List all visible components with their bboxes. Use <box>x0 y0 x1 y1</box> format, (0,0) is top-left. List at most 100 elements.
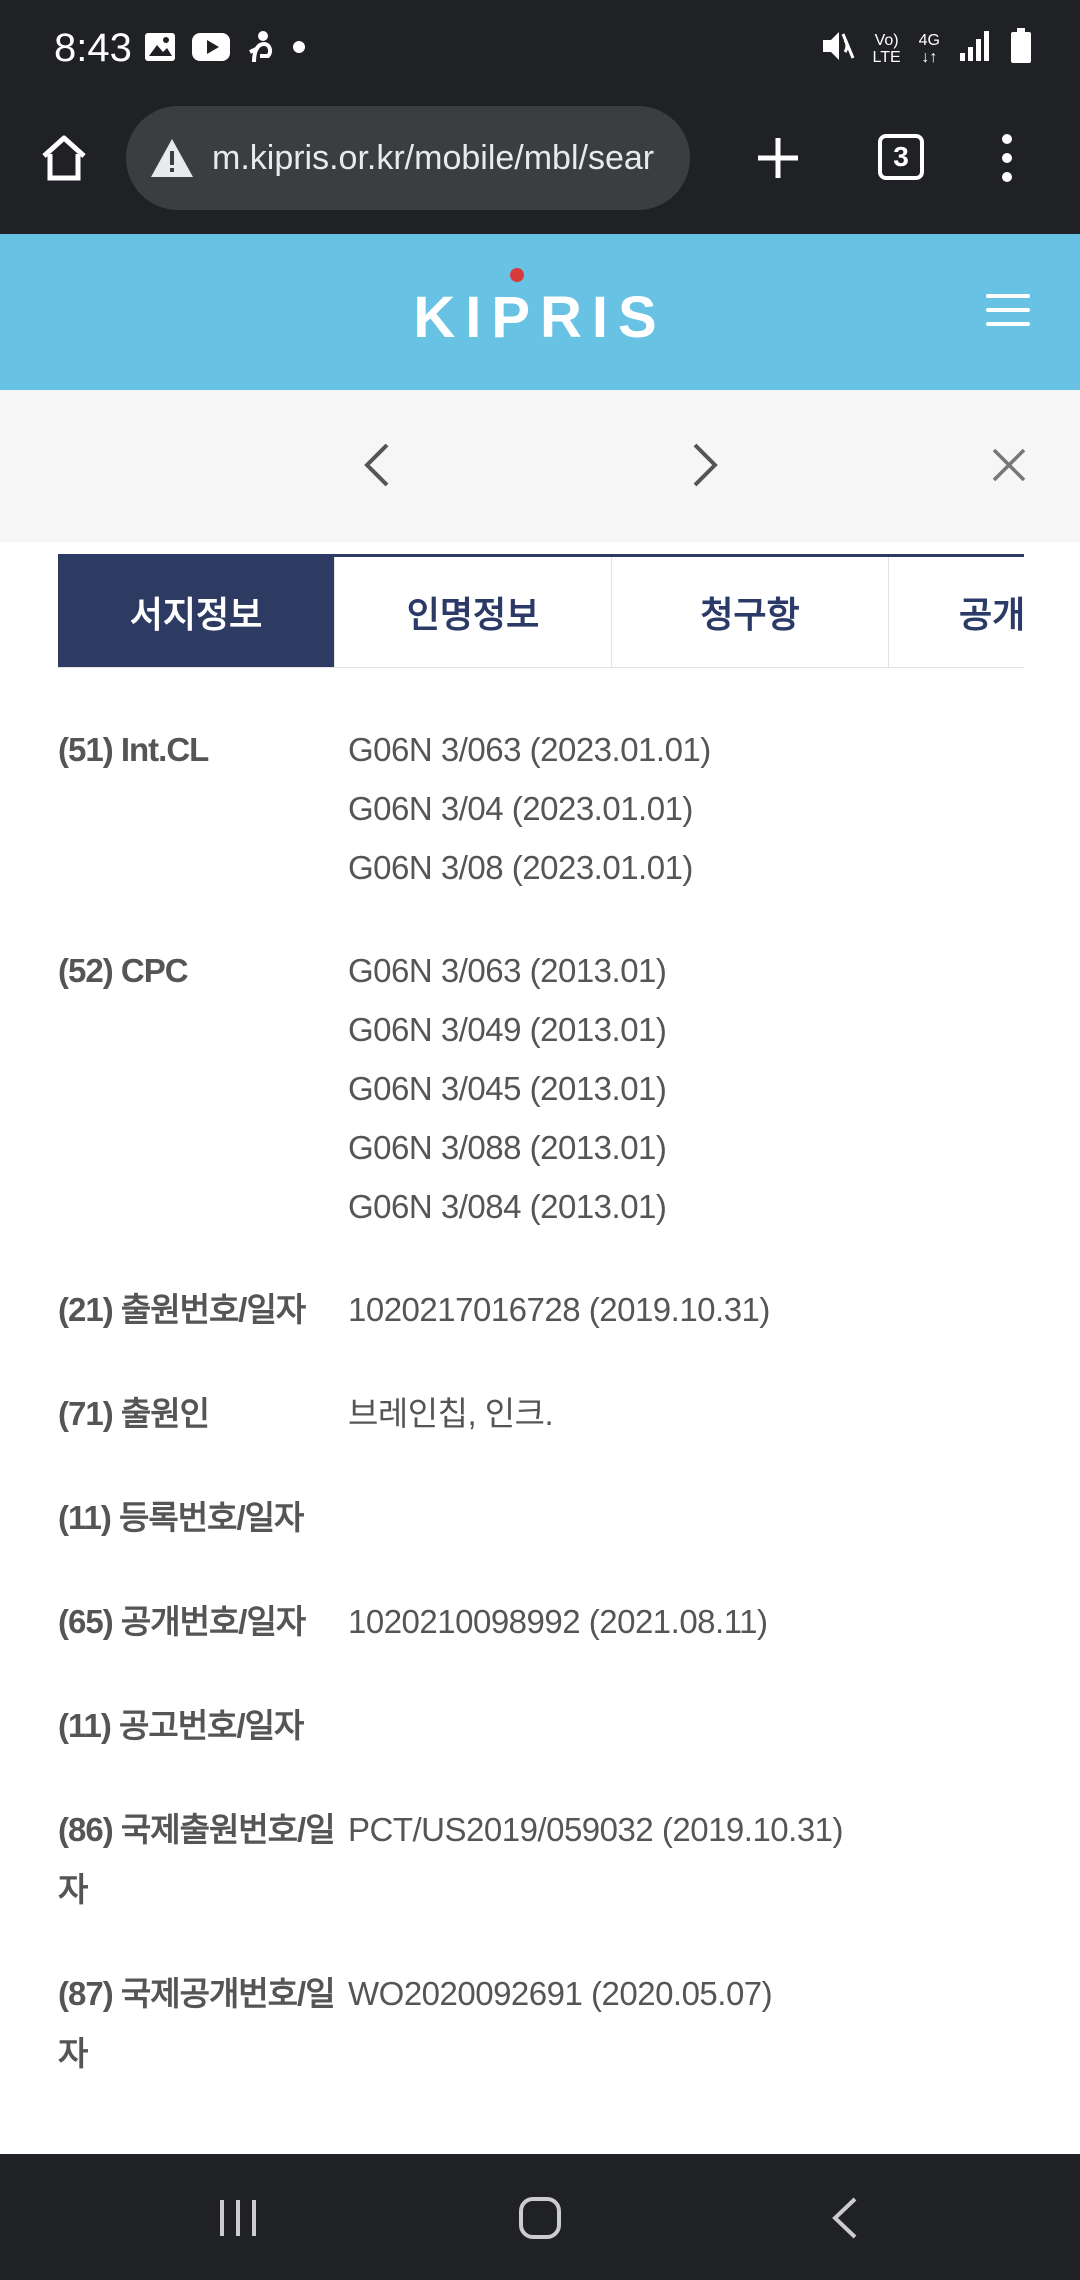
tab-switcher-button[interactable]: 3 <box>878 134 924 180</box>
info-row-announcement-number: (11) 공고번호/일자 <box>58 1696 1024 1756</box>
youtube-icon <box>192 33 230 66</box>
info-label: (87) 국제공개번호/일자 <box>58 1964 348 2084</box>
status-left-icons <box>144 30 306 69</box>
info-label: (11) 공고번호/일자 <box>58 1696 348 1756</box>
info-label-text: 공고번호/일자 <box>119 1707 304 1744</box>
info-row-publication-number: (65) 공개번호/일자 1020210098992 (2021.08.11) <box>58 1592 1024 1652</box>
info-label-text: Int.CL <box>120 731 209 768</box>
kipris-logo[interactable]: KIPRIS <box>0 284 1080 351</box>
signal-icon <box>958 29 992 68</box>
info-value: G06N 3/08 (2023.01.01) <box>348 849 693 886</box>
info-values: 브레인칩, 인크. <box>348 1384 1024 1444</box>
info-value: PCT/US2019/059032 (2019.10.31) <box>348 1811 844 1848</box>
info-value: WO2020092691 (2020.05.07) <box>348 1975 773 2012</box>
system-nav-bar <box>0 2154 1080 2280</box>
logo-dot <box>510 268 524 282</box>
hamburger-line <box>986 308 1030 312</box>
info-code: (86) <box>58 1811 114 1848</box>
info-label-text: 출원번호/일자 <box>120 1291 306 1328</box>
info-label-text: CPC <box>120 952 189 989</box>
previous-result-button[interactable] <box>352 432 402 498</box>
info-label: (21) 출원번호/일자 <box>58 1280 348 1340</box>
status-time: 8:43 <box>54 26 132 70</box>
system-home-button[interactable] <box>510 2188 570 2248</box>
info-code: (51) <box>58 731 114 768</box>
hamburger-menu-button[interactable] <box>986 280 1030 340</box>
hamburger-line <box>986 322 1030 326</box>
battery-icon <box>1010 28 1032 69</box>
result-nav-strip <box>0 390 1080 542</box>
status-bar: 8:43 Vo) LTE 4G ↓↑ <box>0 0 1080 100</box>
info-label-text: 등록번호/일자 <box>119 1499 304 1536</box>
info-value: G06N 3/049 (2013.01) <box>348 1011 667 1048</box>
info-row-registration-number: (11) 등록번호/일자 <box>58 1488 1024 1548</box>
info-values: G06N 3/063 (2013.01) G06N 3/049 (2013.01… <box>348 941 1024 1236</box>
info-row-cpc: (52) CPC G06N 3/063 (2013.01) G06N 3/049… <box>58 941 1024 1236</box>
info-value: G06N 3/088 (2013.01) <box>348 1129 667 1166</box>
tab-claims[interactable]: 청구항 <box>612 557 889 668</box>
info-label-text: 공개번호/일자 <box>120 1603 306 1640</box>
plus-icon <box>758 138 798 178</box>
info-value: G06N 3/045 (2013.01) <box>348 1070 667 1107</box>
info-row-int-cl: (51) Int.CL G06N 3/063 (2023.01.01) G06N… <box>58 720 1024 897</box>
info-value: 1020210098992 (2021.08.11) <box>348 1603 768 1640</box>
tab-publication[interactable]: 공개 <box>889 557 1024 668</box>
network-volte: Vo) LTE <box>873 32 901 66</box>
info-code: (11) <box>58 1499 112 1536</box>
empty-value <box>348 1488 1024 1548</box>
status-right-icons: Vo) LTE 4G ↓↑ <box>819 28 1033 69</box>
system-back-button[interactable] <box>816 2190 872 2246</box>
browser-home-button[interactable] <box>36 130 92 186</box>
recent-apps-button[interactable] <box>210 2190 266 2246</box>
info-label-text: 출원인 <box>120 1395 210 1432</box>
detail-tabs: 서지정보 인명정보 청구항 공개 <box>58 554 1024 668</box>
close-button[interactable] <box>984 432 1034 498</box>
info-code: (21) <box>58 1291 114 1328</box>
info-label: (11) 등록번호/일자 <box>58 1488 348 1548</box>
tab-person-info[interactable]: 인명정보 <box>335 557 612 668</box>
info-code: (65) <box>58 1603 114 1640</box>
info-value: G06N 3/084 (2013.01) <box>348 1188 667 1225</box>
bibliographic-info-list: (51) Int.CL G06N 3/063 (2023.01.01) G06N… <box>58 720 1024 2128</box>
info-value: G06N 3/04 (2023.01.01) <box>348 790 693 827</box>
info-code: (52) <box>58 952 114 989</box>
info-label: (71) 출원인 <box>58 1384 348 1444</box>
info-row-intl-publication: (87) 국제공개번호/일자 WO2020092691 (2020.05.07) <box>58 1964 1024 2084</box>
new-tab-button[interactable] <box>748 128 808 188</box>
info-value: 브레인칩, 인크. <box>348 1395 554 1432</box>
browser-toolbar: m.kipris.or.kr/mobile/mbl/sear 3 <box>0 100 1080 234</box>
hamburger-line <box>986 294 1030 298</box>
network-top-label: Vo) <box>874 31 899 49</box>
url-text[interactable]: m.kipris.or.kr/mobile/mbl/sear <box>212 139 672 178</box>
signal-label: 4G <box>918 31 940 49</box>
next-result-button[interactable] <box>680 432 730 498</box>
info-code: (71) <box>58 1395 114 1432</box>
site-header: KIPRIS <box>0 234 1080 390</box>
tab-bibliographic[interactable]: 서지정보 <box>58 557 335 668</box>
dot-icon <box>292 40 306 59</box>
warning-icon[interactable] <box>144 130 200 186</box>
address-bar[interactable]: m.kipris.or.kr/mobile/mbl/sear <box>126 106 690 210</box>
gallery-icon <box>144 32 176 67</box>
info-values: 1020217016728 (2019.10.31) <box>348 1280 1024 1340</box>
data-arrows-icon: ↓↑ <box>921 48 938 66</box>
home-circle-icon <box>519 2197 561 2239</box>
info-values <box>348 1488 1024 1548</box>
info-value: G06N 3/063 (2013.01) <box>348 952 667 989</box>
info-values: WO2020092691 (2020.05.07) <box>348 1964 1024 2084</box>
browser-menu-button[interactable] <box>990 128 1024 188</box>
info-label: (51) Int.CL <box>58 720 348 897</box>
info-label: (65) 공개번호/일자 <box>58 1592 348 1652</box>
back-icon <box>832 2197 857 2239</box>
close-icon <box>992 448 1026 482</box>
person-icon <box>246 30 276 69</box>
recents-icon <box>220 2200 256 2236</box>
info-label: (86) 국제출원번호/일자 <box>58 1800 348 1920</box>
home-icon <box>42 135 86 181</box>
info-label: (52) CPC <box>58 941 348 1236</box>
network-bottom-label: LTE <box>872 48 901 66</box>
more-vert-icon <box>1002 134 1012 182</box>
mute-icon <box>819 28 855 69</box>
chevron-right-icon <box>693 443 718 487</box>
network-4g: 4G ↓↑ <box>919 32 940 66</box>
